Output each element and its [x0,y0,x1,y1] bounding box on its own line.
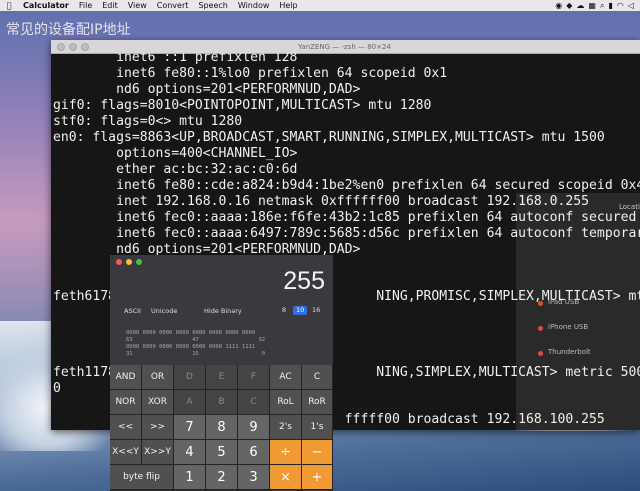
service-item[interactable]: iPhone USB [548,323,608,331]
calc-key-1[interactable]: 1 [174,465,206,490]
calc-key-or[interactable]: OR [142,365,174,390]
binary-row-high-index: 63 47 32 [126,337,266,343]
calc-minimize-icon[interactable] [126,259,132,265]
terminal-zoom-icon[interactable] [81,42,89,51]
terminal-line: inet6 ::1 prefixlen 128 [53,53,298,65]
menu-bar:  Calculator File Edit View Convert Spee… [0,0,640,11]
binary-row-low-index: 31 15 0 [126,351,266,357]
calculator-keypad: AND OR D E F AC C NOR XOR A B C RoL RoR << >> 7 8 9 2's 1's X… [110,365,333,491]
calc-key-a[interactable]: A [174,390,206,415]
service-item[interactable]: Thunderbolt [548,348,608,356]
calc-key-byte-flip[interactable]: byte flip [110,465,174,490]
terminal-line: stf0: flags=0<> mtu 1280 [53,114,243,129]
calc-key-d[interactable]: D [174,365,206,390]
calc-key-nor[interactable]: NOR [110,390,142,415]
menu-speech[interactable]: Speech [193,0,232,11]
terminal-line: inet6 fe80::1%lo0 prefixlen 64 scopeid 0… [53,66,448,81]
status-search-icon[interactable]: ⌕ [600,0,604,11]
calc-key-7[interactable]: 7 [174,415,206,440]
status-bird-icon[interactable]: ◆ [566,0,572,11]
status-chart-icon[interactable]: ▮ [608,0,612,11]
menu-file[interactable]: File [74,0,97,11]
calc-key-b[interactable]: B [206,390,238,415]
calc-key--[interactable]: + [302,465,333,490]
apple-menu-icon[interactable]:  [0,0,18,11]
menu-view[interactable]: View [123,0,152,11]
terminal-line: en0: flags=8863<UP,BROADCAST,SMART,RUNNI… [53,130,605,145]
calc-key-3[interactable]: 3 [238,465,270,490]
menu-edit[interactable]: Edit [97,0,123,11]
app-menu[interactable]: Calculator [18,0,74,11]
calc-key-2-s[interactable]: 2's [270,415,302,440]
calc-key--[interactable]: × [270,465,302,490]
calc-key-6[interactable]: 6 [238,440,270,465]
menu-window[interactable]: Window [233,0,275,11]
status-grid-icon[interactable]: ▦ [588,0,596,11]
menu-convert[interactable]: Convert [152,0,194,11]
unicode-button[interactable]: Unicode [151,307,177,315]
calc-key-1-s[interactable]: 1's [302,415,333,440]
calc-key-x-y[interactable]: X<<Y [110,440,142,465]
hide-binary-button[interactable]: Hide Binary [204,307,242,315]
terminal-line: inet6 fec0::aaaa:6497:789c:5685:d56c pre… [53,226,640,241]
calculator-window[interactable]: 255 ASCII Unicode Hide Binary 8 10 16 00… [110,255,333,491]
calc-key-and[interactable]: AND [110,365,142,390]
binary-row-low: 0000 0000 0000 0000 0000 0000 1111 1111 [126,344,256,350]
calc-key--[interactable]: >> [142,415,174,440]
calc-key-4[interactable]: 4 [174,440,206,465]
status-dot-icon [538,351,543,356]
status-wifi-icon[interactable]: ◠ [617,0,624,11]
status-dot-icon [538,326,543,331]
calculator-mode-bar: ASCII Unicode Hide Binary 8 10 16 [110,305,333,317]
ascii-button[interactable]: ASCII [124,307,141,315]
calc-key--[interactable]: − [302,440,333,465]
calc-key--[interactable]: << [110,415,142,440]
terminal-line: ether ac:bc:32:ac:c0:6d [53,162,298,177]
calc-key-c[interactable]: C [238,390,270,415]
calc-key-8[interactable]: 8 [206,415,238,440]
terminal-line: inet 192.168.0.16 netmask 0xffffff00 bro… [53,194,590,209]
terminal-line: inet6 fec0::aaaa:186e:f6fe:43b2:1c85 pre… [53,210,637,225]
status-icons: ◉ ◆ ☁ ▦ ⌕ ▮ ◠ ◁ [555,0,640,11]
calc-zoom-icon[interactable] [136,259,142,265]
terminal-titlebar[interactable]: YanZENG — -zsh — 80×24 [51,40,640,54]
calc-key-xor[interactable]: XOR [142,390,174,415]
calc-key-ac[interactable]: AC [270,365,302,390]
calc-key-5[interactable]: 5 [206,440,238,465]
calc-key-x-y[interactable]: X>>Y [142,440,174,465]
status-app-icon[interactable]: ◉ [555,0,562,11]
calc-key-2[interactable]: 2 [206,465,238,490]
terminal-close-icon[interactable] [57,42,65,51]
base-16-button[interactable]: 16 [309,306,323,315]
calc-key-ror[interactable]: RoR [302,390,333,415]
menu-help[interactable]: Help [274,0,302,11]
calc-key-rol[interactable]: RoL [270,390,302,415]
terminal-line: nd6 options=201<PERFORMNUD,DAD> [53,82,361,97]
terminal-title: YanZENG — -zsh — 80×24 [298,42,391,51]
calc-key-e[interactable]: E [206,365,238,390]
terminal-line: options=400<CHANNEL_IO> [53,146,298,161]
terminal-line: 0 [53,381,61,396]
overlay-caption: 常见的设备配IP地址 [6,22,131,38]
status-cloud-icon[interactable]: ☁ [576,0,584,11]
base-10-button[interactable]: 10 [293,306,308,315]
terminal-minimize-icon[interactable] [69,42,77,51]
terminal-line: inet6 fe80::cde:a824:b9d4:1be2%en0 prefi… [53,178,640,193]
calc-key-9[interactable]: 9 [238,415,270,440]
status-volume-icon[interactable]: ◁ [628,0,634,11]
calc-key--[interactable]: ÷ [270,440,302,465]
calc-close-icon[interactable] [116,259,122,265]
calc-key-f[interactable]: F [238,365,270,390]
base-8-button[interactable]: 8 [279,306,289,315]
binary-row-high: 0000 0000 0000 0000 0000 0000 0000 0000 [126,330,256,336]
terminal-line: gif0: flags=8010<POINTOPOINT,MULTICAST> … [53,98,432,113]
calculator-display: 255 [283,267,325,295]
calc-key-c[interactable]: C [302,365,333,390]
device-icon [611,318,621,336]
calculator-header: 255 ASCII Unicode Hide Binary 8 10 16 [110,255,333,331]
